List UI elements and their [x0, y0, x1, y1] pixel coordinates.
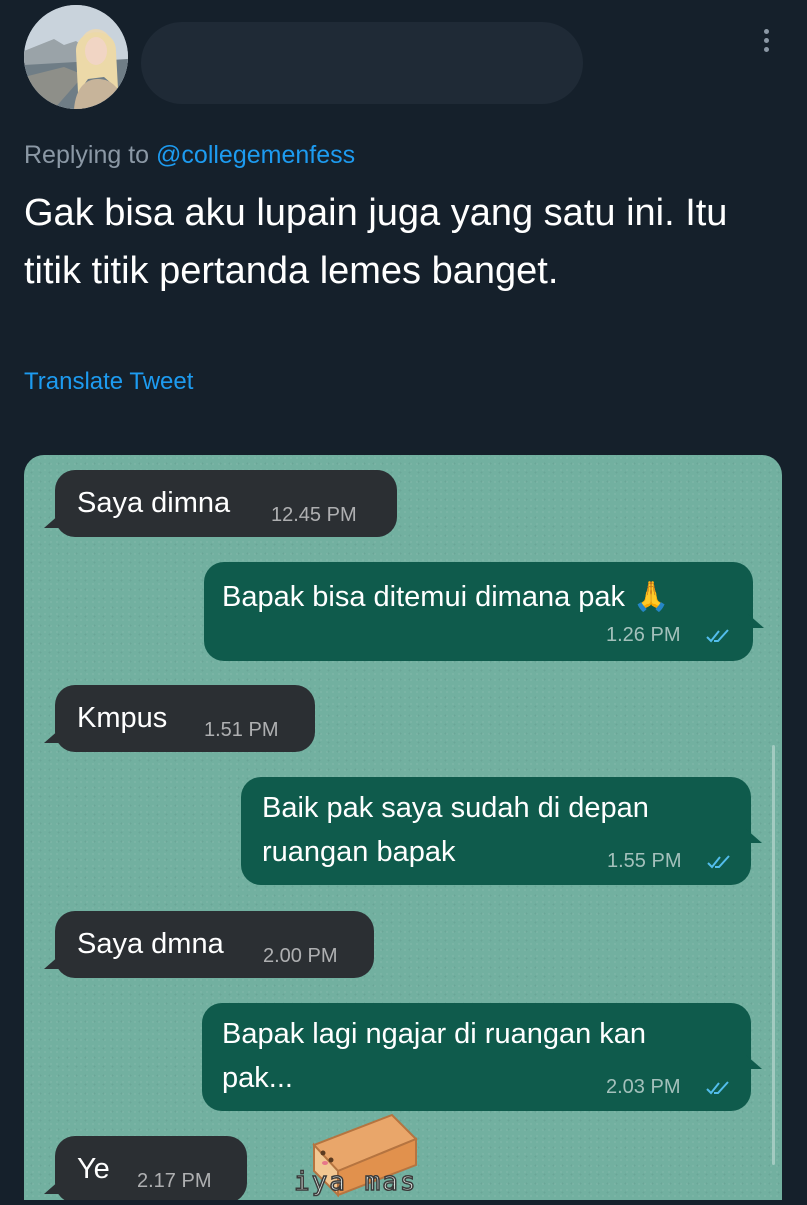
- chat-bubble-incoming: Saya dmna 2.00 PM: [44, 911, 374, 978]
- chat-bubble-outgoing: Bapak bisa ditemui dimana pak 🙏 1.26 PM: [204, 562, 764, 661]
- message-text: Bapak lagi ngajar di ruangan kan: [222, 1018, 647, 1050]
- chat-bubble-incoming: Ye 2.17 PM: [44, 1136, 247, 1200]
- chat-bubble-incoming: Saya dimna 12.45 PM: [44, 470, 397, 537]
- chat-scrollbar: [772, 745, 775, 1165]
- message-text: Ye: [77, 1153, 110, 1185]
- message-text: Baik pak saya sudah di depan: [262, 792, 649, 824]
- tweet-media-image[interactable]: Saya dimna 12.45 PM Bapak bisa ditemui d…: [24, 455, 782, 1200]
- redacted-display-name: [141, 22, 583, 104]
- message-text: ruangan bapak: [262, 836, 456, 868]
- message-time: 2.17 PM: [137, 1170, 212, 1192]
- message-time: 1.51 PM: [204, 719, 279, 741]
- pray-emoji: 🙏: [633, 581, 670, 613]
- chat-bubble-outgoing: Bapak lagi ngajar di ruangan kan pak... …: [202, 1003, 762, 1111]
- chat-bubble-incoming: Kmpus 1.51 PM: [44, 685, 315, 752]
- double-check-icon: [706, 1081, 729, 1095]
- replying-prefix: Replying to: [24, 141, 150, 169]
- message-text: pak...: [222, 1062, 293, 1094]
- double-check-icon: [706, 629, 729, 643]
- message-text-content: Bapak bisa ditemui dimana pak: [222, 581, 626, 613]
- more-vertical-icon[interactable]: [752, 20, 780, 60]
- sticker-caption: iya mas: [293, 1166, 418, 1198]
- translate-tweet-link[interactable]: Translate Tweet: [24, 368, 193, 396]
- bread-sticker: iya mas: [292, 1105, 442, 1205]
- chat-bubble-outgoing: Baik pak saya sudah di depan ruangan bap…: [241, 777, 762, 885]
- message-text: Saya dmna: [77, 928, 224, 960]
- double-check-icon: [707, 855, 730, 869]
- message-time: 12.45 PM: [271, 504, 357, 526]
- message-time: 1.55 PM: [607, 850, 682, 872]
- replying-to: Replying to @collegemenfess: [24, 141, 355, 170]
- tweet-text: Gak bisa aku lupain juga yang satu ini. …: [24, 192, 728, 292]
- avatar[interactable]: [24, 5, 128, 109]
- replying-handle-link[interactable]: @collegemenfess: [156, 141, 355, 169]
- message-time: 2.00 PM: [263, 945, 338, 967]
- message-text: Saya dimna: [77, 487, 231, 519]
- message-text: Bapak bisa ditemui dimana pak 🙏: [222, 576, 669, 618]
- message-time: 1.26 PM: [606, 624, 681, 646]
- message-time: 2.03 PM: [606, 1076, 681, 1098]
- message-text: Kmpus: [77, 702, 168, 734]
